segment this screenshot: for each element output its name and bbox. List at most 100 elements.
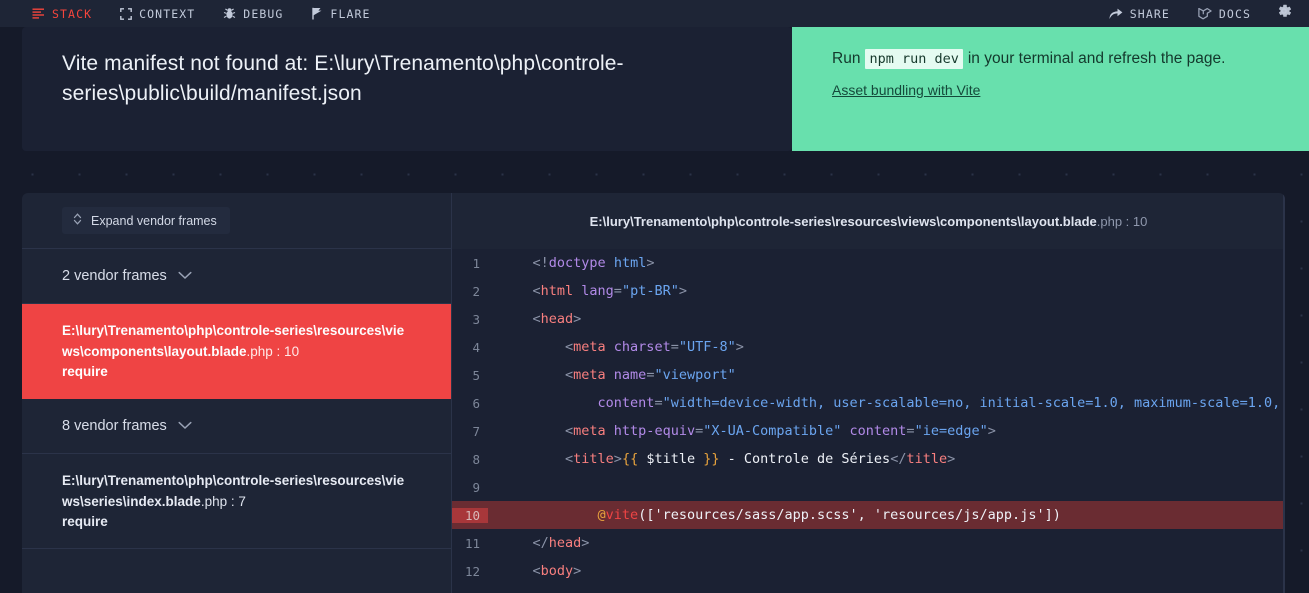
table-row[interactable]: E:\lury\Trenamento\php\controle-series\r… (22, 454, 451, 550)
code-lines-container[interactable]: 1 <!doctype html> 2 <html lang="pt-BR"> 3 … (452, 249, 1285, 593)
docs-button[interactable]: DOCS (1184, 0, 1265, 27)
code-line: 11 </head> (452, 529, 1285, 557)
code-token: <! (500, 255, 549, 271)
code-token: @ (500, 507, 606, 523)
code-token: http-equiv (605, 423, 696, 439)
vendor-group-2-frames[interactable]: 2 vendor frames (22, 249, 451, 304)
code-token: < (500, 451, 574, 467)
code-token: body (540, 563, 574, 579)
vendor-group-label: 8 vendor frames (62, 418, 167, 435)
table-row[interactable]: E:\lury\Trenamento\php\controle-series\r… (22, 304, 451, 400)
top-navbar: STACK CONTEXT DEBUG FLARE SHARE DOCS (0, 0, 1309, 27)
code-line-source: </head> (488, 535, 1285, 551)
code-line: 12 <body> (452, 557, 1285, 585)
code-token: head (548, 535, 582, 551)
code-file-path: E:\lury\Trenamento\php\controle-series\r… (452, 193, 1285, 249)
expand-vendor-frames-label: Expand vendor frames (91, 213, 217, 228)
code-token: </ (890, 451, 907, 467)
docs-label: DOCS (1218, 6, 1251, 21)
code-token: > (573, 311, 582, 327)
settings-button[interactable] (1271, 0, 1297, 27)
code-line-number: 6 (472, 395, 480, 411)
expand-vertical-icon (73, 213, 82, 228)
code-token: < (500, 367, 574, 383)
code-token: < (500, 423, 574, 439)
error-message-panel: Vite manifest not found at: E:\lury\Tren… (22, 27, 792, 151)
code-line: 10 @vite(['resources/sass/app.scss', 're… (452, 501, 1285, 529)
code-token: > (947, 451, 956, 467)
error-title: Vite manifest not found at: E:\lury\Tren… (62, 52, 624, 106)
code-token: "viewport" (654, 367, 736, 383)
code-token: charset (605, 339, 671, 355)
frame-path: E:\lury\Trenamento\php\controle-series\r… (62, 471, 411, 512)
code-line: 9 (452, 473, 1285, 501)
code-token: "pt-BR" (621, 283, 679, 299)
frame-path-text: E:\lury\Trenamento\php\controle-series\r… (62, 323, 405, 359)
tab-stack-label: STACK (52, 6, 93, 21)
code-line: 8 <title>{{ $title }} - Controle de Séri… (452, 445, 1285, 473)
solution-command[interactable]: npm run dev (865, 49, 963, 69)
code-token: (['resources/sass/app.scss', 'resources/… (638, 507, 1061, 523)
tab-debug[interactable]: DEBUG (209, 0, 297, 27)
code-line-number: 7 (472, 423, 480, 439)
code-line-source: <html lang="pt-BR"> (488, 283, 1285, 299)
code-token: < (500, 311, 541, 327)
tab-context-label: CONTEXT (139, 6, 196, 21)
chevron-down-icon (178, 268, 192, 284)
code-token: lang (573, 283, 614, 299)
code-scroll-edge[interactable] (1283, 193, 1285, 593)
list-lines-icon (32, 8, 45, 19)
code-token: title (906, 451, 948, 467)
tab-flare[interactable]: FLARE (297, 0, 384, 27)
flare-flag-icon (311, 7, 323, 20)
code-line-source: <meta charset="UTF-8"> (488, 339, 1285, 355)
solution-doc-link[interactable]: Asset bundling with Vite (832, 82, 980, 98)
solution-suffix: in your terminal and refresh the page. (967, 50, 1226, 67)
code-token: < (500, 339, 574, 355)
code-file-path-line: .php : 10 (1096, 213, 1148, 229)
tab-context[interactable]: CONTEXT (106, 0, 209, 27)
code-line-source: <meta name="viewport" (488, 367, 1285, 383)
code-token: > (613, 451, 622, 467)
solution-prefix: Run (832, 50, 861, 67)
exception-header: Vite manifest not found at: E:\lury\Tren… (0, 27, 1309, 151)
code-token: meta (573, 423, 606, 439)
frame-line-suffix: .php : 7 (200, 493, 246, 509)
code-line-number: 4 (472, 339, 480, 355)
frames-sidebar: Expand vendor frames 2 vendor frames E:\… (22, 193, 452, 593)
solution-panel: Run npm run dev in your terminal and ref… (792, 27, 1309, 151)
code-token: = (670, 339, 679, 355)
code-line-number: 12 (464, 563, 480, 579)
code-line: 1 <!doctype html> (452, 249, 1285, 277)
code-token: > (573, 563, 582, 579)
tab-stack[interactable]: STACK (18, 0, 106, 27)
code-token: = (613, 283, 622, 299)
code-token: "X-UA-Compatible" (703, 423, 842, 439)
brackets-icon (120, 7, 133, 20)
tab-flare-label: FLARE (330, 6, 371, 21)
expand-vendor-frames-button[interactable]: Expand vendor frames (62, 207, 230, 234)
code-line-number: 3 (472, 311, 480, 327)
code-line-number: 8 (472, 451, 480, 467)
code-line: 7 <meta http-equiv="X-UA-Compatible" con… (452, 417, 1285, 445)
frame-method: require (62, 364, 108, 380)
code-line-source: content="width=device-width, user-scalab… (488, 395, 1285, 411)
frame-line-suffix: .php : 10 (246, 343, 300, 359)
code-token: html (540, 283, 574, 299)
code-token: > (735, 339, 744, 355)
code-line-source: <title>{{ $title }} - Controle de Séries… (488, 451, 1285, 467)
code-line: 2 <html lang="pt-BR"> (452, 277, 1285, 305)
code-line: 5 <meta name="viewport" (452, 361, 1285, 389)
code-line-number: 10 (452, 507, 488, 523)
code-line-source: @vite(['resources/sass/app.scss', 'resou… (488, 507, 1285, 523)
code-token: > (987, 423, 996, 439)
vendor-group-8-frames[interactable]: 8 vendor frames (22, 399, 451, 455)
code-line-source: <head> (488, 311, 1285, 327)
laravel-logo-icon (1198, 7, 1212, 20)
code-line-number: 1 (472, 255, 480, 271)
share-button[interactable]: SHARE (1095, 0, 1184, 27)
code-token: = (695, 423, 704, 439)
code-line-source: <!doctype html> (488, 255, 1285, 271)
code-token: > (581, 535, 590, 551)
vendor-group-label: 2 vendor frames (62, 268, 167, 284)
